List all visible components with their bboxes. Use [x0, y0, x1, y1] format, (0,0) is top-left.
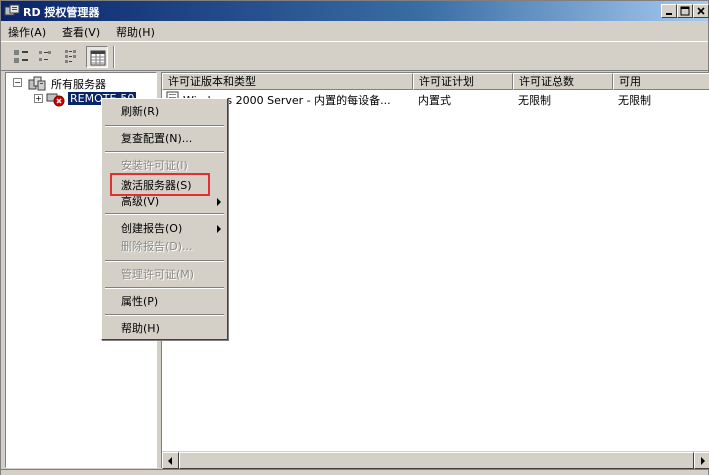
list-view-button[interactable]	[61, 46, 83, 68]
horizontal-scrollbar[interactable]	[162, 451, 709, 469]
column-header-available[interactable]: 可用	[613, 73, 709, 90]
server-error-icon	[46, 91, 66, 110]
title-bar[interactable]: RD 授权管理器	[1, 1, 709, 21]
scroll-left-button[interactable]	[162, 452, 179, 469]
menu-item-label: 删除报告(D)...	[121, 240, 193, 253]
maximize-icon	[680, 6, 690, 16]
menu-separator	[105, 287, 224, 289]
menu-item-advanced[interactable]: 高级(V)	[104, 192, 225, 212]
menu-item-delete-report: 删除报告(D)...	[104, 237, 225, 257]
column-header-total-licenses[interactable]: 许可证总数	[513, 73, 613, 90]
menu-item-label: 帮助(H)	[121, 322, 160, 335]
large-icons-view-button[interactable]	[10, 46, 32, 68]
menu-item-review-config[interactable]: 复查配置(N)...	[104, 129, 225, 149]
menu-view[interactable]: 查看(V)	[59, 24, 103, 40]
close-button[interactable]	[693, 4, 709, 18]
expand-icon[interactable]: +	[34, 94, 43, 103]
menu-item-help[interactable]: 帮助(H)	[104, 319, 225, 339]
small-icons-view-button[interactable]	[35, 46, 57, 68]
menu-item-label: 管理许可证(M)	[121, 268, 195, 281]
menu-item-label: 高级(V)	[121, 195, 160, 208]
cell-available: 无限制	[618, 94, 651, 107]
window-title: RD 授权管理器	[23, 6, 100, 19]
menu-bar: 操作(A) 查看(V) 帮助(H)	[1, 22, 708, 40]
menu-separator	[105, 213, 224, 215]
server-license-icon	[4, 4, 20, 18]
menu-separator	[105, 125, 224, 127]
list-header: 许可证版本和类型 许可证计划 许可证总数 可用	[162, 73, 709, 90]
cell-license-program: 内置式	[418, 94, 451, 107]
menu-item-refresh[interactable]: 刷新(R)	[104, 102, 225, 122]
tree-label-all-servers: 所有服务器	[51, 78, 106, 91]
close-icon	[697, 7, 705, 15]
menu-item-create-report[interactable]: 创建报告(O)	[104, 219, 225, 239]
details-view-button[interactable]	[86, 46, 108, 68]
menu-item-label: 属性(P)	[121, 295, 159, 308]
tree-node-all-servers[interactable]: − 所有服务器	[10, 75, 150, 91]
column-header-license-program[interactable]: 许可证计划	[413, 73, 513, 90]
license-list[interactable]: 许可证版本和类型 许可证计划 许可证总数 可用 Windows 2000 Ser…	[161, 72, 709, 469]
toolbar-separator	[113, 46, 115, 68]
table-row[interactable]: Windows 2000 Server - 内置的每设备... 内置式 无限制 …	[162, 90, 709, 107]
column-header-license-version[interactable]: 许可证版本和类型	[162, 73, 413, 90]
menu-action[interactable]: 操作(A)	[5, 24, 49, 40]
details-view-icon	[90, 50, 106, 66]
collapse-icon[interactable]: −	[13, 78, 22, 87]
minimize-icon	[666, 13, 672, 15]
small-icons-view-icon	[39, 51, 51, 61]
arrow-right-icon	[701, 457, 705, 465]
scroll-right-button[interactable]	[694, 452, 709, 469]
menu-separator	[105, 260, 224, 262]
maximize-button[interactable]	[677, 4, 693, 18]
menu-item-label: 刷新(R)	[121, 105, 160, 118]
submenu-arrow-icon	[217, 225, 221, 233]
menu-separator	[105, 151, 224, 153]
context-menu: 刷新(R) 复查配置(N)... 安装许可证(I) 激活服务器(S) 高级(V)…	[101, 98, 228, 340]
menu-help[interactable]: 帮助(H)	[113, 24, 158, 40]
cell-total-licenses: 无限制	[518, 94, 551, 107]
menu-item-label: 安装许可证(I)	[121, 159, 188, 172]
large-icons-view-icon	[14, 50, 28, 63]
menu-separator	[105, 314, 224, 316]
menu-item-label: 创建报告(O)	[121, 222, 183, 235]
menu-item-install-licenses: 安装许可证(I)	[104, 156, 225, 176]
arrow-left-icon	[168, 457, 172, 465]
list-view-icon	[65, 50, 76, 63]
menu-item-label: 激活服务器(S)	[121, 179, 192, 192]
minimize-button[interactable]	[661, 4, 677, 18]
menu-item-label: 复查配置(N)...	[121, 132, 193, 145]
status-bar	[1, 469, 708, 475]
menu-item-manage-licenses: 管理许可证(M)	[104, 265, 225, 285]
toolbar	[1, 41, 708, 71]
scroll-thumb[interactable]	[179, 452, 694, 469]
menu-item-properties[interactable]: 属性(P)	[104, 292, 225, 312]
submenu-arrow-icon	[217, 198, 221, 206]
